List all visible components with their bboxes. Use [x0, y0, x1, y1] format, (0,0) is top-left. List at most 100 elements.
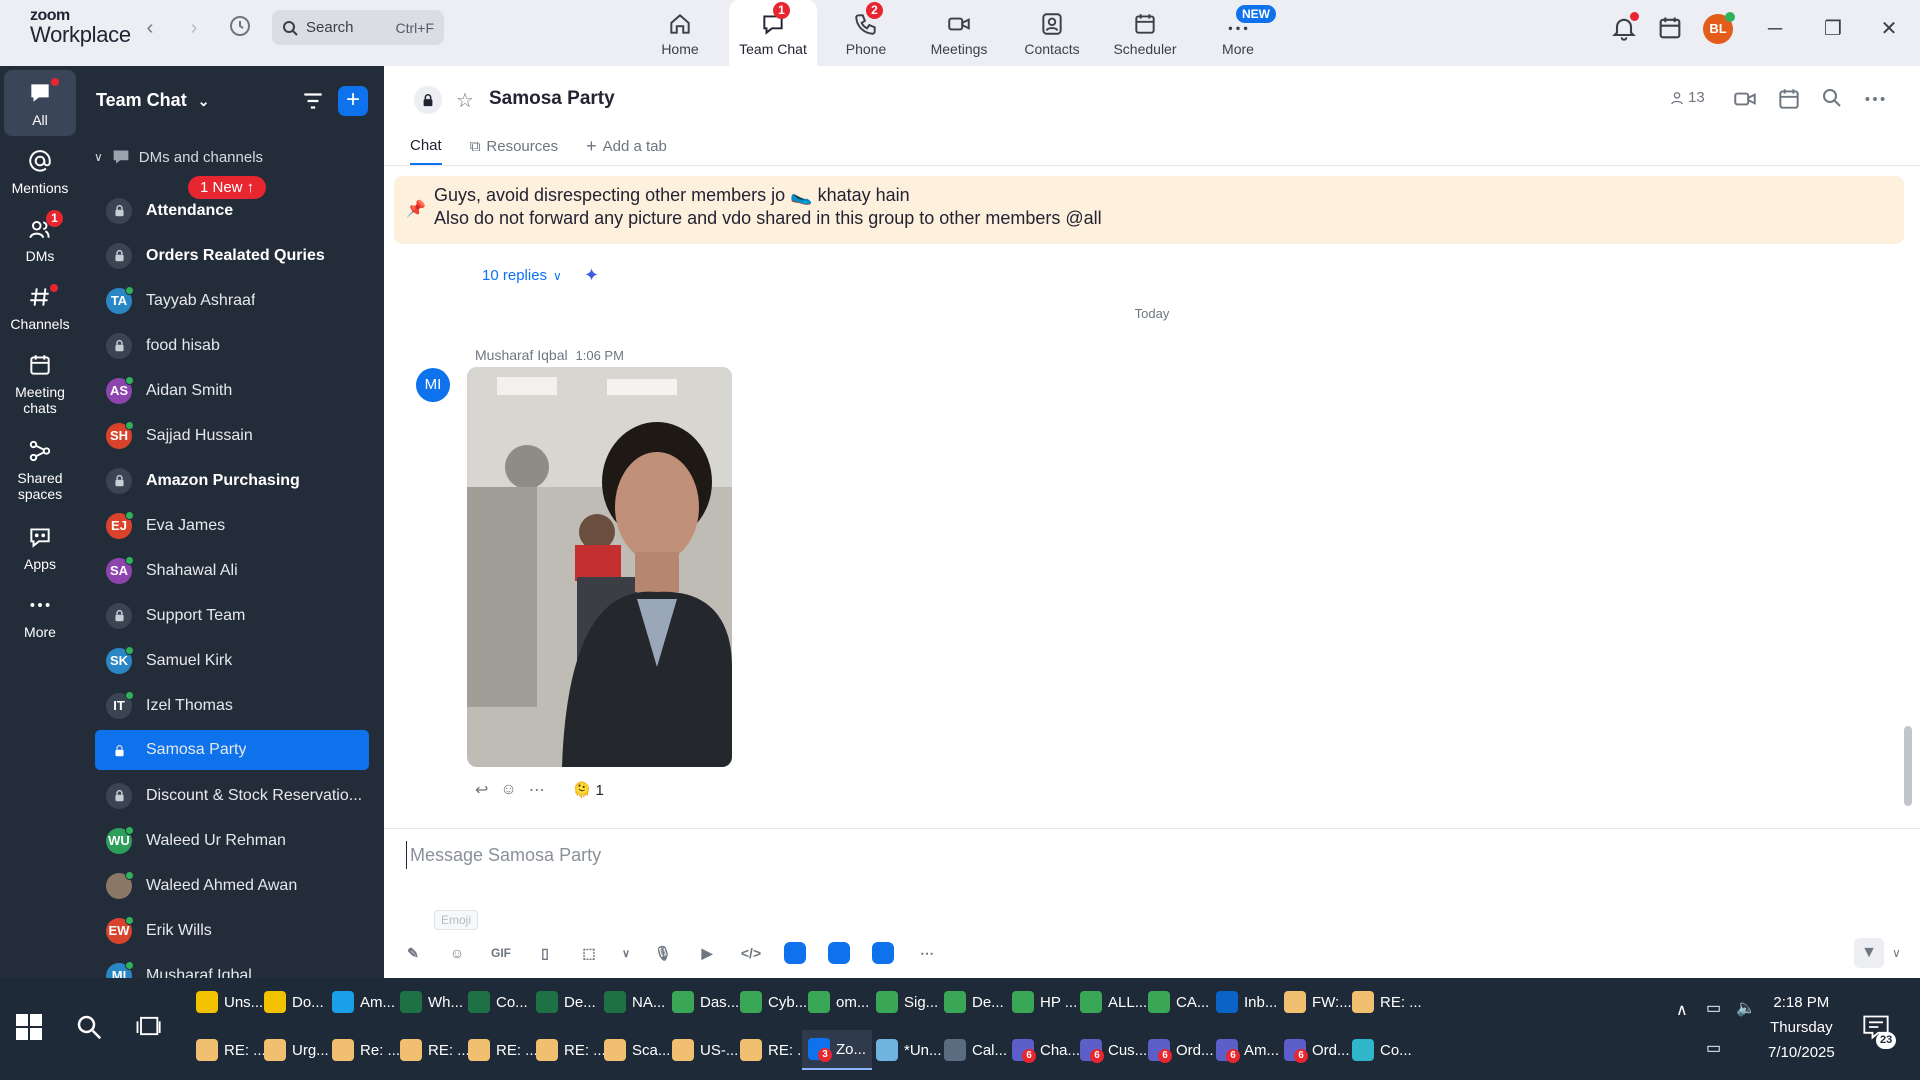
file-icon[interactable]: ▯	[530, 938, 560, 968]
taskbar-app[interactable]: NA...	[598, 982, 671, 1022]
taskbar-app[interactable]: Co...	[1346, 1030, 1418, 1070]
chat-list-item[interactable]: WU Waleed Ur Rehman	[80, 818, 384, 863]
video-call-icon[interactable]	[1732, 86, 1758, 112]
back-icon[interactable]: ‹	[136, 14, 164, 42]
sidebar-title[interactable]: Team Chat ⌄	[96, 90, 209, 111]
rail-channels[interactable]: Channels	[4, 284, 76, 332]
calendar-icon[interactable]	[1776, 86, 1802, 112]
channel-title[interactable]: Samosa Party	[489, 88, 615, 110]
chevron-down-icon[interactable]: ∨	[1892, 946, 1901, 960]
rail-more[interactable]: More	[4, 592, 76, 640]
chat-list-item[interactable]: EW Erik Wills	[80, 908, 384, 953]
app-1-icon[interactable]	[784, 942, 806, 964]
chevron-up-icon[interactable]: ∧	[1676, 1000, 1688, 1020]
task-view-icon[interactable]	[134, 1012, 166, 1044]
reply-icon[interactable]: ↩	[475, 780, 488, 800]
chat-list-item[interactable]: food hisab	[80, 323, 384, 368]
message-author[interactable]: Musharaf Iqbal	[475, 347, 568, 363]
rail-mentions[interactable]: Mentions	[4, 148, 76, 196]
add-reaction-icon[interactable]: ☺	[500, 781, 516, 799]
search-icon[interactable]	[1820, 86, 1846, 112]
taskbar-app[interactable]: 3 Zo...	[802, 1030, 873, 1070]
chat-list-item[interactable]: Orders Realated Quries	[80, 233, 384, 278]
tab-team-chat[interactable]: Team Chat 1	[729, 0, 817, 66]
forward-icon[interactable]: ›	[180, 14, 208, 42]
scrollbar[interactable]	[1904, 726, 1912, 806]
bell-icon[interactable]	[1610, 12, 1639, 42]
taskbar-app[interactable]: Am...	[326, 982, 401, 1022]
send-options-icon[interactable]: ▼	[1854, 938, 1884, 968]
taskbar-app[interactable]: 6 Ord...	[1142, 1030, 1220, 1070]
taskbar-app[interactable]: om...	[802, 982, 875, 1022]
battery-icon[interactable]: ▭	[1706, 998, 1721, 1018]
tab-chat[interactable]: Chat	[410, 136, 442, 166]
chat-list-item[interactable]: MI Musharaf Iqbal	[80, 953, 384, 978]
chat-list-item[interactable]: Waleed Ahmed Awan	[80, 863, 384, 908]
taskbar-app[interactable]: Sca...	[598, 1030, 676, 1070]
rail-all[interactable]: All	[4, 70, 76, 136]
chat-list-item[interactable]: SK Samuel Kirk	[80, 638, 384, 683]
star-icon[interactable]: ☆	[456, 88, 474, 113]
restore-icon[interactable]: ❐	[1818, 14, 1848, 44]
network-icon[interactable]: ▭	[1706, 1038, 1721, 1058]
avatar[interactable]: MI	[416, 368, 450, 402]
taskbar-app[interactable]: HP ...	[1006, 982, 1083, 1022]
taskbar-app[interactable]: Urg...	[258, 1030, 335, 1070]
minimize-icon[interactable]: ─	[1760, 14, 1790, 44]
chat-list-item[interactable]: AS Aidan Smith	[80, 368, 384, 413]
taskbar-app[interactable]: Wh...	[394, 982, 469, 1022]
windows-start-icon[interactable]	[16, 1014, 42, 1040]
chat-list-item[interactable]: EJ Eva James	[80, 503, 384, 548]
taskbar-app[interactable]: 6 Ord...	[1278, 1030, 1356, 1070]
notification-icon[interactable]: 23	[1862, 1014, 1897, 1049]
filter-icon[interactable]	[300, 88, 326, 114]
rail-dms[interactable]: DMs 1	[4, 210, 76, 264]
rail-shared-spaces[interactable]: Shared spaces	[4, 438, 76, 502]
chat-list-item[interactable]: Amazon Purchasing	[80, 458, 384, 503]
chat-list-item[interactable]: Support Team	[80, 593, 384, 638]
taskbar-app[interactable]: Co...	[462, 982, 534, 1022]
message-input[interactable]	[406, 841, 1806, 869]
close-icon[interactable]: ✕	[1874, 14, 1904, 44]
history-icon[interactable]	[226, 14, 254, 42]
screenshot-icon[interactable]: ⬚	[574, 938, 604, 968]
chat-list-item[interactable]: SH Sajjad Hussain	[80, 413, 384, 458]
taskbar-app[interactable]: Cal...	[938, 1030, 1013, 1070]
taskbar-app[interactable]: De...	[938, 982, 1010, 1022]
chat-list-item[interactable]: SA Shahawal Ali	[80, 548, 384, 593]
taskbar-app[interactable]: *Un...	[870, 1030, 948, 1070]
new-messages-badge[interactable]: 1 New ↑	[188, 176, 267, 199]
app-3-icon[interactable]	[872, 942, 894, 964]
volume-icon[interactable]: 🔈	[1736, 998, 1756, 1018]
members-count[interactable]: 13	[1670, 89, 1705, 106]
emoji-icon[interactable]: ☺	[442, 938, 472, 968]
taskbar-app[interactable]: Do...	[258, 982, 330, 1022]
system-clock[interactable]: 2:18 PM Thursday 7/10/2025	[1768, 990, 1835, 1065]
tab-phone[interactable]: Phone 2	[822, 0, 910, 66]
chat-list-item[interactable]: Discount & Stock Reservatio...	[80, 773, 384, 818]
chevron-down-icon[interactable]: ∨	[618, 938, 634, 968]
section-dms-channels[interactable]: ∨ DMs and channels	[94, 148, 263, 166]
chat-list-item[interactable]: IT Izel Thomas	[80, 683, 384, 728]
more-options-icon[interactable]: ⋯	[529, 780, 545, 800]
tab-meetings[interactable]: Meetings	[915, 0, 1003, 66]
replies-link[interactable]: 10 replies ∨	[482, 267, 562, 284]
taskbar-app[interactable]: De...	[530, 982, 602, 1022]
tab-add[interactable]: + Add a tab	[586, 136, 667, 166]
taskbar-app[interactable]: US-...	[666, 1030, 744, 1070]
add-chat-button[interactable]: +	[338, 86, 368, 116]
reaction-chip[interactable]: 🫠 1	[573, 781, 604, 800]
rail-meeting-chats[interactable]: Meeting chats	[4, 352, 76, 416]
pinned-message[interactable]: 📌 Guys, avoid disrespecting other member…	[394, 176, 1904, 244]
more-apps-icon[interactable]: ⋯	[912, 938, 942, 968]
taskbar-app[interactable]: 6 Am...	[1210, 1030, 1285, 1070]
calendar-top-icon[interactable]	[1656, 14, 1684, 42]
code-icon[interactable]: </>	[736, 938, 766, 968]
app-2-icon[interactable]	[828, 942, 850, 964]
ai-sparkle-icon[interactable]: ✦	[584, 265, 599, 286]
chat-list-item[interactable]: TA Tayyab Ashraaf	[80, 278, 384, 323]
taskbar-app[interactable]: RE: ...	[1346, 982, 1428, 1022]
taskbar-app[interactable]: CA...	[1142, 982, 1215, 1022]
taskbar-app[interactable]: Inb...	[1210, 982, 1283, 1022]
search-box[interactable]: Search Ctrl+F	[272, 10, 444, 45]
